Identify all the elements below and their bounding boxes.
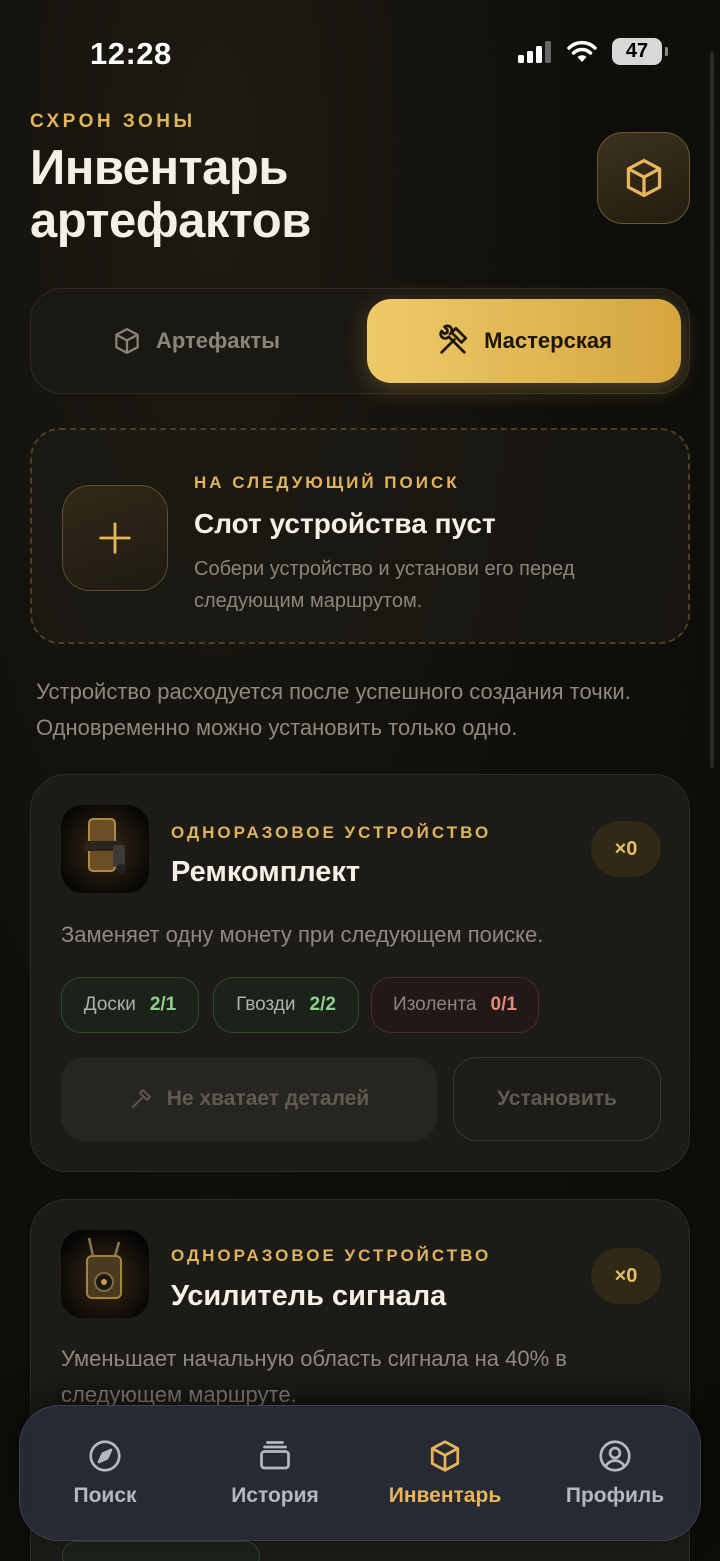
tab-workshop-label: Мастерская xyxy=(484,328,612,353)
bottom-navigation: Поиск История Инвентарь Профиль xyxy=(19,1405,701,1541)
wifi-icon xyxy=(567,40,597,62)
device-count-badge: ×0 xyxy=(591,1248,661,1304)
plus-icon xyxy=(99,522,131,554)
cube-icon xyxy=(626,158,661,198)
device-count-badge: ×0 xyxy=(591,821,661,877)
profile-icon xyxy=(599,1440,631,1472)
info-text: Устройство расходуется после успешного с… xyxy=(36,679,631,740)
signal-booster-image xyxy=(61,1230,149,1318)
device-title: Ремкомплект xyxy=(171,856,361,888)
material-count: 2/2 xyxy=(309,994,336,1015)
nav-profile-label: Профиль xyxy=(565,1484,665,1507)
page-title: Инвентарь артефактов xyxy=(30,141,311,248)
cellular-signal-icon xyxy=(518,40,551,63)
compass-icon xyxy=(89,1440,121,1472)
nav-inventory[interactable]: Инвентарь xyxy=(360,1406,530,1540)
material-name: Доски xyxy=(83,994,136,1015)
cube-icon xyxy=(430,1440,460,1472)
nav-inventory-label: Инвентарь xyxy=(388,1484,502,1507)
status-time: 12:28 xyxy=(90,36,172,71)
device-description: Уменьшает начальную область сигнала на 4… xyxy=(61,1346,567,1407)
scroll-indicator[interactable] xyxy=(710,52,714,768)
material-name: Изолента xyxy=(393,994,477,1015)
status-icons: 47 xyxy=(518,38,668,65)
slot-description: Собери устройство и установи его перед с… xyxy=(194,558,575,612)
tools-icon xyxy=(439,324,468,354)
tab-workshop[interactable]: Мастерская xyxy=(367,299,681,383)
device-title: Усилитель сигнала xyxy=(171,1280,447,1312)
craft-button[interactable]: Не хватает деталей xyxy=(61,1057,437,1141)
nav-profile[interactable]: Профиль xyxy=(530,1406,700,1540)
slot-title: Слот устройства пуст xyxy=(194,508,496,539)
nav-search-label: Поиск xyxy=(73,1484,137,1507)
craft-button-label: Не хватает деталей xyxy=(166,1087,370,1110)
material-chip-nails: Гвозди 2/2 xyxy=(213,977,359,1033)
install-button[interactable]: Установить xyxy=(453,1057,661,1141)
device-card-repair-kit: ОДНОРАЗОВОЕ УСТРОЙСТВО Ремкомплект ×0 За… xyxy=(30,774,690,1172)
material-count: 0/1 xyxy=(490,994,517,1015)
tab-switcher: Артефакты Мастерская xyxy=(30,288,690,394)
material-name: Гвозди xyxy=(236,994,296,1015)
inventory-cube-button[interactable] xyxy=(597,132,690,224)
slot-eyebrow: НА СЛЕДУЮЩИЙ ПОИСК xyxy=(194,473,460,492)
nav-history[interactable]: История xyxy=(190,1406,360,1540)
tab-artifacts-label: Артефакты xyxy=(155,327,281,353)
device-type-label: ОДНОРАЗОВОЕ УСТРОЙСТВО xyxy=(171,1246,492,1265)
device-type-label: ОДНОРАЗОВОЕ УСТРОЙСТВО xyxy=(171,823,492,842)
device-description: Заменяет одну монету при следующем поиск… xyxy=(61,922,544,947)
material-count: 2/1 xyxy=(149,994,177,1015)
material-chip-boards: Доски 2/1 xyxy=(61,977,199,1033)
stack-icon xyxy=(260,1441,290,1470)
device-slot-card[interactable]: НА СЛЕДУЮЩИЙ ПОИСК Слот устройства пуст … xyxy=(30,428,690,644)
material-chip xyxy=(62,1541,260,1561)
tab-artifacts[interactable]: Артефакты xyxy=(31,289,361,392)
material-chip-tape: Изолента 0/1 xyxy=(371,977,539,1033)
nav-search[interactable]: Поиск xyxy=(20,1406,190,1540)
nav-history-label: История xyxy=(231,1484,319,1507)
cube-icon xyxy=(115,327,139,354)
battery-indicator: 47 xyxy=(612,38,668,65)
header-eyebrow: СХРОН ЗОНЫ xyxy=(30,111,196,132)
repair-kit-image xyxy=(61,805,149,893)
add-device-button[interactable] xyxy=(62,485,168,591)
hammer-icon xyxy=(131,1089,151,1108)
